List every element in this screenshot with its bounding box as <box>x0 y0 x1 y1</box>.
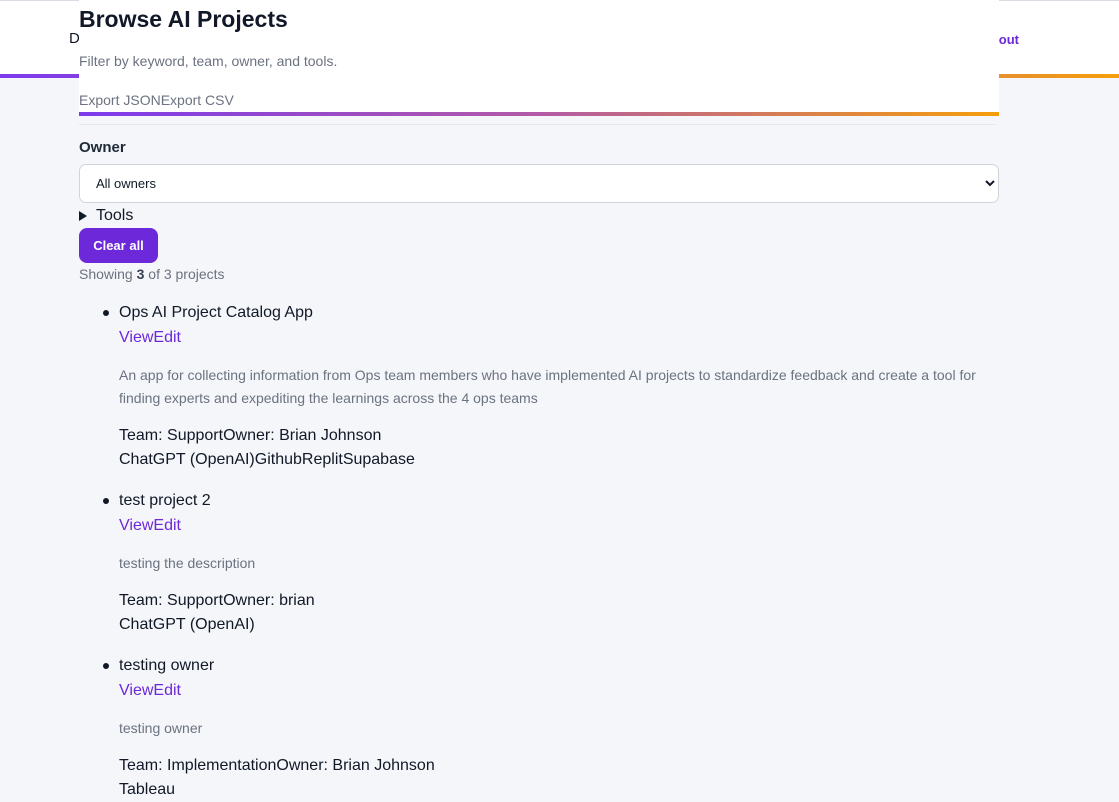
tools-disclosure[interactable]: Tools <box>79 207 133 225</box>
project-owner: Owner: Brian Johnson <box>223 427 382 444</box>
tool-tag: ChatGPT (OpenAI) <box>119 451 255 468</box>
project-description: An app for collecting information from O… <box>119 367 976 406</box>
page-title: Browse AI Projects <box>79 6 288 32</box>
project-name: test project 2 <box>119 492 211 509</box>
page-header-panel: Browse AI Projects Filter by keyword, te… <box>79 0 999 112</box>
logout-link[interactable]: out <box>999 32 1019 47</box>
clear-all-button[interactable]: Clear all <box>79 228 158 263</box>
project-team: Team: Support <box>119 427 224 444</box>
tool-tag: ChatGPT (OpenAI) <box>119 616 255 633</box>
bullet-icon <box>103 310 109 316</box>
export-actions: Export JSONExport CSV <box>79 92 234 108</box>
panel-gradient-bar <box>79 112 999 116</box>
view-link[interactable]: View <box>119 329 153 346</box>
project-links: ViewEdit <box>119 679 999 703</box>
export-csv-link[interactable]: Export CSV <box>161 92 234 108</box>
page-subtitle: Filter by keyword, team, owner, and tool… <box>79 53 338 69</box>
project-links: ViewEdit <box>119 326 999 350</box>
project-links: ViewEdit <box>119 514 999 538</box>
project-item: test project 2 ViewEdit testing the desc… <box>79 489 999 637</box>
tool-tag: Github <box>254 451 302 468</box>
export-json-link[interactable]: Export JSON <box>79 92 161 108</box>
bullet-icon <box>103 663 109 669</box>
view-link[interactable]: View <box>119 682 153 699</box>
tool-tag: Supabase <box>342 451 415 468</box>
owner-select[interactable]: All owners <box>79 164 999 203</box>
project-owner: Owner: Brian Johnson <box>276 757 435 774</box>
project-tools: ChatGPT (OpenAI) <box>119 613 999 637</box>
project-team-owner: Team: SupportOwner: Brian Johnson <box>119 424 999 448</box>
tool-tag: Tableau <box>119 781 176 798</box>
edit-link[interactable]: Edit <box>153 329 181 346</box>
project-team: Team: Support <box>119 592 224 609</box>
tool-tag: Replit <box>301 451 343 468</box>
edit-link[interactable]: Edit <box>153 517 181 534</box>
project-team-owner: Team: SupportOwner: brian <box>119 589 999 613</box>
project-tools: ChatGPT (OpenAI)GithubReplitSupabase <box>119 448 999 472</box>
result-count: Showing 3 of 3 projects <box>79 266 225 282</box>
view-link[interactable]: View <box>119 517 153 534</box>
tools-label: Tools <box>96 207 134 224</box>
project-item: testing owner ViewEdit testing owner Tea… <box>79 654 999 802</box>
bullet-icon <box>103 498 109 504</box>
edit-link[interactable]: Edit <box>153 682 181 699</box>
project-team-owner: Team: ImplementationOwner: Brian Johnson <box>119 754 999 778</box>
project-tools: Tableau <box>119 778 999 802</box>
result-count-prefix: Showing <box>79 266 133 282</box>
disclosure-triangle-icon <box>79 211 87 221</box>
divider <box>79 124 995 125</box>
project-item: Ops AI Project Catalog App ViewEdit An a… <box>79 301 999 472</box>
owner-label: Owner <box>79 139 126 156</box>
project-description: testing owner <box>119 720 203 736</box>
project-list: Ops AI Project Catalog App ViewEdit An a… <box>79 301 999 802</box>
project-owner: Owner: brian <box>223 592 315 609</box>
result-count-shown: 3 <box>136 266 145 282</box>
project-name: Ops AI Project Catalog App <box>119 304 313 321</box>
result-count-total: of 3 projects <box>148 266 225 282</box>
project-team: Team: Implementation <box>119 757 277 774</box>
project-name: testing owner <box>119 657 215 674</box>
project-description: testing the description <box>119 555 256 571</box>
